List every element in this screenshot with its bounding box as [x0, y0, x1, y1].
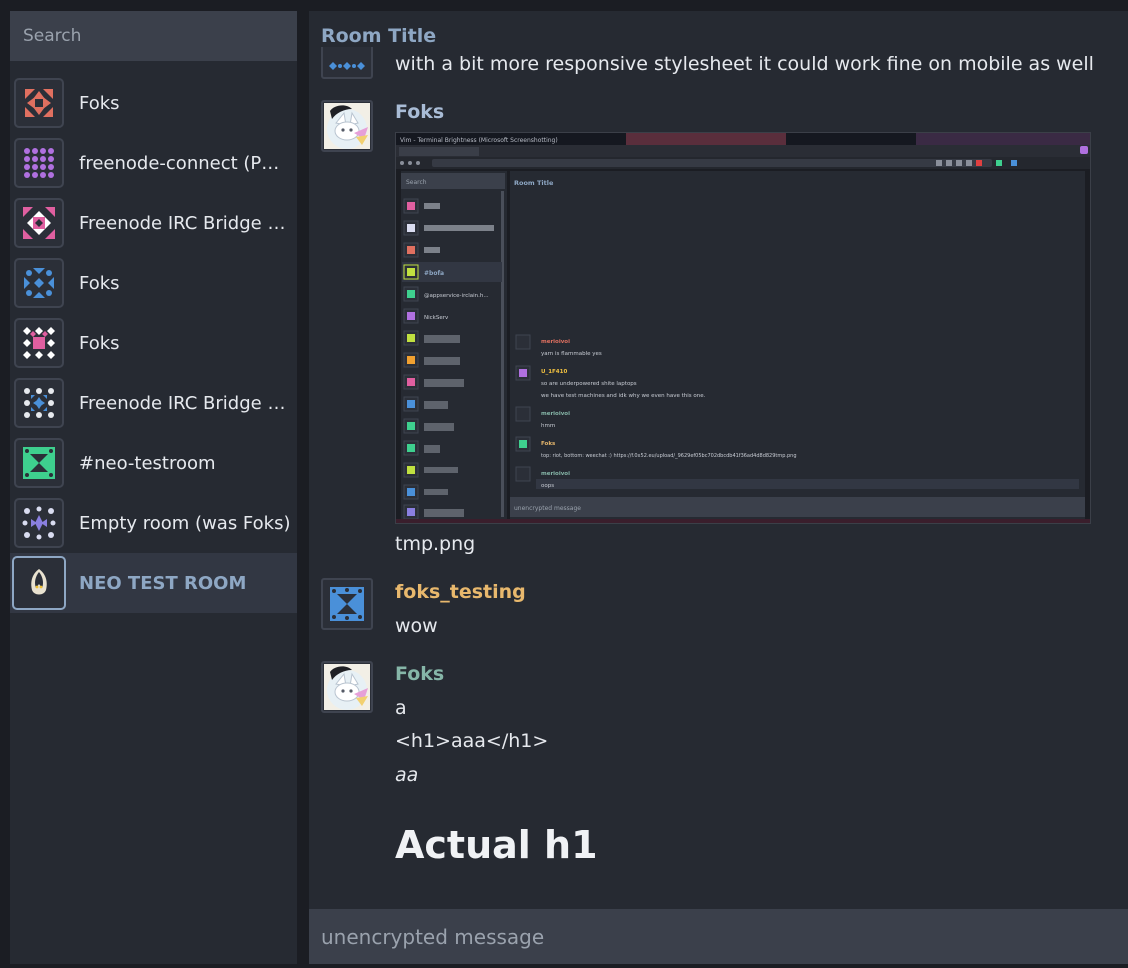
room-title: Room Title [321, 25, 443, 47]
embedded-sender: merioivoi [541, 471, 570, 477]
search-input[interactable]: Search [10, 11, 297, 61]
embedded-message: oops [541, 483, 554, 489]
room-avatar-icon [14, 438, 64, 488]
sender-name[interactable]: Foks [395, 663, 444, 685]
embedded-search: Search [406, 179, 427, 186]
room-item[interactable]: Empty room (was Foks) [10, 493, 297, 553]
message-text: <h1>aaa</h1> [395, 730, 549, 752]
room-view: with a bit more responsive stylesheet it… [309, 11, 1128, 964]
room-item[interactable]: Foks [10, 253, 297, 313]
embedded-composer: unencrypted message [514, 505, 581, 512]
room-name: freenode-connect (PM o... [79, 152, 293, 174]
embedded-room: #bofa [424, 270, 444, 277]
embedded-sender: Foks [541, 441, 556, 447]
room-avatar-icon [14, 78, 64, 128]
room-avatar-icon [14, 258, 64, 308]
embedded-message: top: riot, bottom: weechat :) https://f.… [541, 453, 797, 459]
message-text-italic: aa [395, 764, 419, 786]
message-timeline[interactable]: with a bit more responsive stylesheet it… [309, 11, 1128, 909]
room-item[interactable]: Freenode IRC Bridge sta... [10, 193, 297, 253]
room-name: Foks [79, 332, 120, 354]
embedded-window-title: Vim - Terminal Brightness (Microsoft Scr… [400, 137, 558, 144]
message-text: a [395, 697, 407, 719]
room-list: Foks freenode-connect (PM o... Freenode … [10, 73, 297, 613]
room-item[interactable]: #neo-testroom [10, 433, 297, 493]
fox-avatar-icon[interactable] [321, 661, 373, 713]
room-item[interactable]: freenode-connect (PM o... [10, 133, 297, 193]
embedded-message: hmm [541, 423, 555, 429]
room-name: Freenode IRC Bridge sta... [79, 212, 293, 234]
room-avatar-icon [14, 378, 64, 428]
embedded-room: @appservice-irclain.h... [424, 293, 489, 299]
room-avatar-icon [14, 318, 64, 368]
message-composer[interactable]: unencrypted message [309, 909, 1128, 964]
attachment-caption[interactable]: tmp.png [395, 533, 475, 555]
embedded-sender: merioivoi [541, 411, 570, 417]
room-name: Foks [79, 92, 120, 114]
room-name: Freenode IRC Bridge sta... [79, 392, 293, 414]
fox-avatar-icon[interactable] [321, 100, 373, 152]
embedded-message: we have test machines and idk why we eve… [541, 393, 706, 399]
embedded-message: yarn is flammable yes [541, 351, 602, 357]
message-heading: Actual h1 [395, 823, 598, 867]
room-avatar-icon [14, 498, 64, 548]
composer-placeholder: unencrypted message [321, 924, 545, 949]
room-item-active[interactable]: NEO TEST ROOM [10, 553, 297, 613]
embedded-sender: merioivoi [541, 339, 570, 345]
room-avatar-icon [12, 556, 66, 610]
room-item[interactable]: Freenode IRC Bridge sta... [10, 373, 297, 433]
room-item[interactable]: Foks [10, 73, 297, 133]
room-name: Empty room (was Foks) [79, 512, 291, 534]
message-text: wow [395, 615, 438, 637]
embedded-sender: U_1F410 [541, 369, 567, 375]
room-sidebar: Search Foks freenode-connect (PM o... Fr… [10, 11, 297, 964]
room-avatar-icon [14, 138, 64, 188]
sender-avatar-icon[interactable] [321, 578, 373, 630]
image-attachment[interactable]: Vim - Terminal Brightness (Microsoft Scr… [395, 132, 1091, 524]
embedded-room-title: Room Title [514, 179, 554, 187]
sender-name[interactable]: Foks [395, 101, 444, 123]
room-name: #neo-testroom [79, 452, 216, 474]
message-text: with a bit more responsive stylesheet it… [395, 53, 1094, 75]
embedded-message: so are underpowered shite laptops [541, 381, 637, 387]
embedded-room: NickServ [424, 315, 449, 321]
room-item[interactable]: Foks [10, 313, 297, 373]
room-name: Foks [79, 272, 120, 294]
search-placeholder: Search [23, 26, 82, 46]
room-avatar-icon [14, 198, 64, 248]
room-name: NEO TEST ROOM [79, 572, 247, 594]
sender-name[interactable]: foks_testing [395, 581, 526, 603]
